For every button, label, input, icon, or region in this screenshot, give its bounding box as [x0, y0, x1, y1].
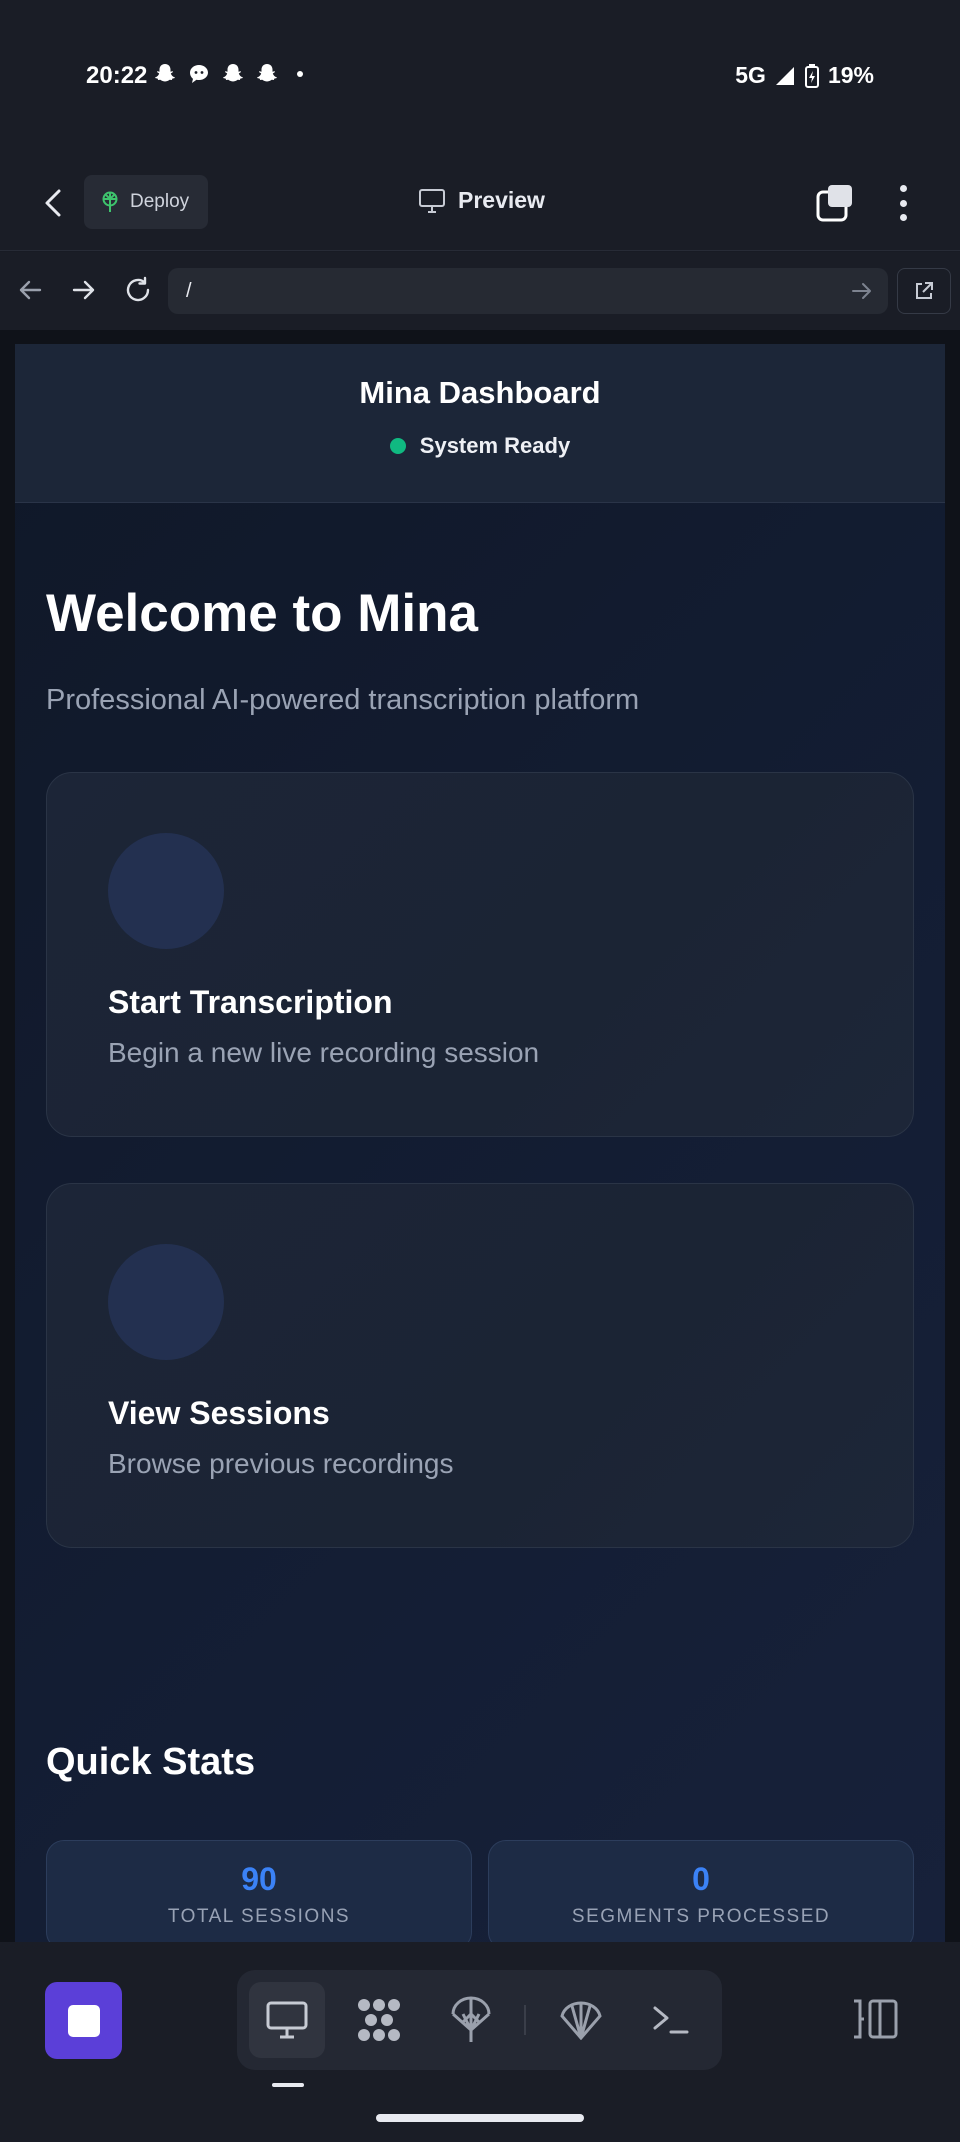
reload-button[interactable] [120, 272, 156, 308]
back-button[interactable] [36, 185, 72, 221]
shell-icon [560, 2001, 602, 2040]
stop-button[interactable] [45, 1982, 122, 2059]
home-indicator[interactable] [376, 2114, 584, 2122]
arrow-right-icon [72, 280, 95, 300]
snapchat-icon [155, 64, 175, 82]
stat-label: TOTAL SESSIONS [167, 1906, 351, 1927]
snapchat-icon [223, 64, 243, 82]
tool-console[interactable] [633, 1982, 709, 2058]
chat-bubble-icon [190, 65, 208, 83]
deploy-button[interactable]: Deploy [84, 175, 208, 229]
browser-url-bar: / [0, 252, 960, 330]
tool-switcher [237, 1970, 722, 2070]
quick-stats-heading: Quick Stats [46, 1741, 256, 1783]
system-status: System Ready [15, 433, 945, 459]
stat-value: 90 [241, 1861, 277, 1897]
stop-icon [67, 2004, 100, 2037]
deploy-icon [102, 191, 118, 212]
bottom-toolbar [0, 1942, 960, 2142]
welcome-heading: Welcome to Mina [46, 584, 478, 643]
snapchat-icon [257, 64, 277, 82]
terminal-icon [653, 2006, 689, 2034]
url-input[interactable]: / [168, 268, 888, 314]
stat-segments-processed: 0 SEGMENTS PROCESSED [488, 1840, 914, 1942]
preview-title: Preview [418, 187, 545, 214]
chevron-left-icon [45, 189, 61, 217]
workflow-icon [358, 1999, 400, 2041]
network-type: 5G [735, 62, 766, 88]
stat-value: 0 [692, 1861, 710, 1897]
more-notifications-dot [297, 71, 303, 77]
status-indicator-dot [389, 438, 406, 454]
tool-preview[interactable] [249, 1982, 325, 2058]
stat-label: SEGMENTS PROCESSED [571, 1906, 831, 1927]
card-icon-circle [108, 833, 224, 949]
monitor-icon [266, 2001, 308, 2039]
page-title: Mina Dashboard [359, 375, 601, 410]
toolbar-separator [524, 2005, 526, 2035]
battery-charging-icon [804, 63, 819, 88]
url-text: / [186, 280, 192, 302]
page-header: Mina Dashboard System Ready [15, 344, 945, 503]
status-text: System Ready [419, 433, 571, 458]
app-header: Deploy Preview [0, 155, 960, 251]
view-sessions-card[interactable]: View Sessions Browse previous recordings [46, 1183, 914, 1548]
notification-icons [153, 62, 303, 86]
deploy-icon [451, 1996, 491, 2042]
arrow-left-icon [19, 280, 42, 300]
dot-icon [899, 185, 907, 192]
tool-shell[interactable] [543, 1982, 619, 2058]
preview-frame: Mina Dashboard System Ready Welcome to M… [0, 330, 960, 1942]
nav-forward-button[interactable] [66, 272, 102, 308]
open-external-button[interactable] [897, 268, 951, 314]
start-transcription-card[interactable]: Start Transcription Begin a new live rec… [46, 772, 914, 1137]
battery-percent: 19% [827, 62, 874, 88]
card-title: View Sessions [108, 1395, 330, 1431]
card-icon-circle [108, 1244, 224, 1360]
card-description: Browse previous recordings [108, 1448, 454, 1479]
go-arrow-icon[interactable] [850, 279, 874, 303]
tabs-switcher-button[interactable] [815, 183, 855, 223]
split-view-button[interactable] [850, 1997, 900, 2041]
nav-back-button[interactable] [12, 272, 48, 308]
active-tool-indicator [272, 2083, 304, 2087]
signal-icon [775, 66, 794, 85]
card-description: Begin a new live recording session [108, 1037, 540, 1068]
deploy-label: Deploy [130, 191, 190, 212]
card-title: Start Transcription [108, 984, 393, 1020]
tool-deployments[interactable] [433, 1982, 509, 2058]
system-indicators: 5G 19% [735, 62, 874, 89]
monitor-icon [419, 188, 445, 213]
dot-icon [899, 199, 907, 207]
clock: 20:22 [86, 62, 148, 89]
preview-label: Preview [458, 187, 545, 213]
reload-icon [126, 276, 150, 302]
system-status-bar: 20:22 5G 19% [0, 0, 960, 155]
tool-workflows[interactable] [341, 1982, 417, 2058]
dot-icon [899, 214, 907, 221]
tagline: Professional AI-powered transcription pl… [46, 684, 640, 716]
stat-total-sessions: 90 TOTAL SESSIONS [46, 1840, 472, 1942]
dashboard-page: Mina Dashboard System Ready Welcome to M… [15, 344, 945, 1942]
more-options-button[interactable] [888, 181, 918, 225]
external-link-icon [916, 282, 933, 299]
